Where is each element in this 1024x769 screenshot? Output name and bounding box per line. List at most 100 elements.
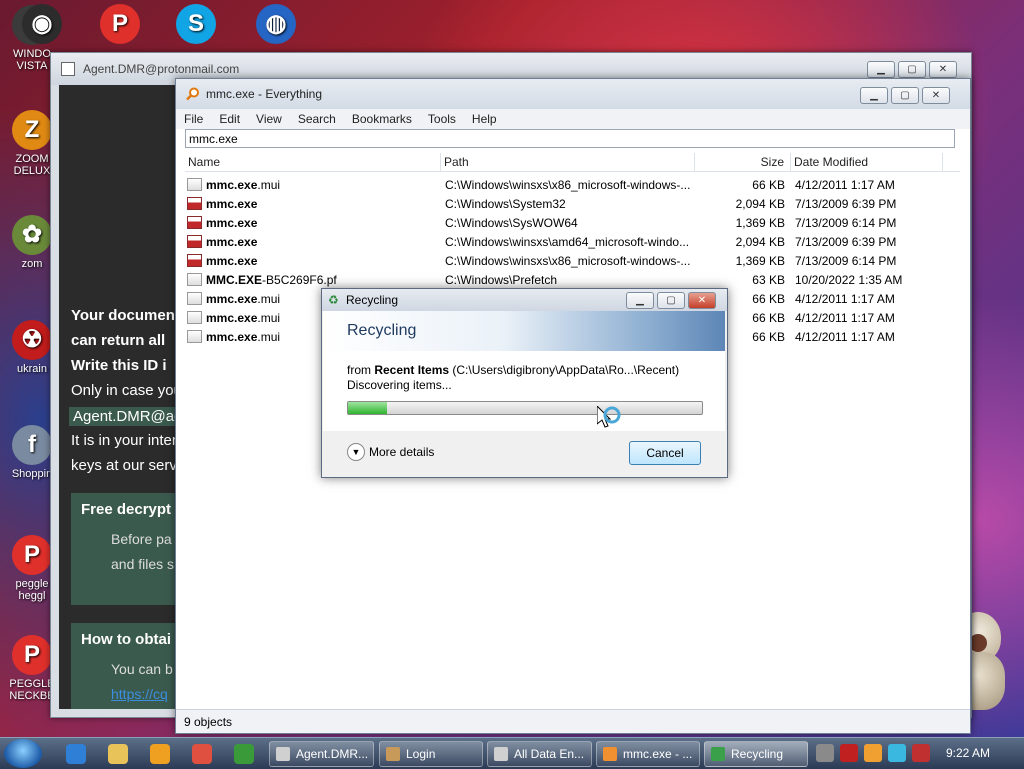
cell-date: 4/12/2011 1:17 AM — [795, 291, 895, 306]
cell-size: 1,369 KB — [735, 253, 785, 268]
paint-icon[interactable] — [192, 744, 212, 764]
menu-file[interactable]: File — [184, 112, 203, 126]
dialog-footer: ▼ More details Cancel — [323, 431, 725, 476]
maximize-button[interactable]: ▢ — [898, 61, 926, 78]
menu-edit[interactable]: Edit — [219, 112, 240, 126]
table-row[interactable]: MMC.EXE-B5C269F6.pf C:\Windows\Prefetch 63… — [185, 270, 960, 289]
free-decrypt-text: and files s — [111, 556, 175, 572]
menu-bookmarks[interactable]: Bookmarks — [352, 112, 412, 126]
taskbar-app-icon — [711, 747, 725, 761]
cell-path: C:\Windows\Prefetch — [445, 272, 558, 287]
ransom-email[interactable]: Agent.DMR@ac — [69, 407, 186, 426]
tray-v-icon[interactable] — [840, 744, 858, 762]
column-path[interactable]: Path — [441, 153, 695, 171]
taskbar-button[interactable]: Login — [379, 741, 483, 767]
table-row[interactable]: mmc.exe.mui C:\Windows\winsxs\x86_microso… — [185, 175, 960, 194]
taskbar-app-icon — [494, 747, 508, 761]
taskbar-button-label: Recycling — [731, 747, 784, 761]
explorer-icon[interactable] — [108, 744, 128, 764]
file-name: mmc.exe — [206, 216, 257, 230]
cancel-button[interactable]: Cancel — [629, 441, 701, 465]
how-to-obtain-link[interactable]: https://cq — [111, 686, 168, 702]
maximize-button[interactable]: ▢ — [657, 292, 685, 309]
menu-help[interactable]: Help — [472, 112, 497, 126]
exe-file-icon — [187, 216, 202, 229]
file-name: mmc.exe — [206, 197, 257, 211]
recycling-dialog-title: Recycling — [346, 293, 399, 307]
media-player-icon[interactable] — [150, 744, 170, 764]
taskbar-button-label: Agent.DMR... — [296, 747, 369, 761]
column-date-modified[interactable]: Date Modified — [791, 153, 943, 171]
minimize-button[interactable]: ▁ — [860, 87, 888, 104]
tray-network-icon[interactable] — [888, 744, 906, 762]
more-details-toggle[interactable]: ▼ More details — [347, 443, 434, 461]
taskbar-button[interactable]: Recycling — [704, 741, 808, 767]
tray-record-icon[interactable] — [912, 744, 930, 762]
column-name[interactable]: Name — [185, 153, 441, 171]
cell-name: MMC.EXE-B5C269F6.pf — [185, 273, 441, 287]
from-prefix: from — [347, 363, 375, 377]
start-button[interactable] — [4, 739, 42, 768]
menu-tools[interactable]: Tools — [428, 112, 456, 126]
exe-file-icon — [187, 235, 202, 248]
tray-app-icon[interactable] — [816, 744, 834, 762]
vista-icon[interactable]: ◉ — [12, 4, 72, 47]
minimize-button[interactable]: ▁ — [626, 292, 654, 309]
globe-icon[interactable]: ◍ — [246, 4, 306, 47]
file-name-match: mmc.exe — [206, 234, 258, 249]
progress-fill — [348, 402, 387, 414]
cell-size: 2,094 KB — [735, 196, 785, 211]
everything-titlebar[interactable]: mmc.exe - Everything — [176, 79, 970, 109]
minimize-button[interactable]: ▁ — [867, 61, 895, 78]
taskbar-button[interactable]: Agent.DMR... — [269, 741, 374, 767]
taskbar-button[interactable]: All Data En... — [487, 741, 592, 767]
ransom-window-title: Agent.DMR@protonmail.com — [83, 62, 240, 76]
cell-path: C:\Windows\winsxs\x86_microsoft-windows-… — [445, 177, 691, 192]
cell-name: mmc.exe — [185, 197, 441, 211]
file-name: mmc.exe.mui — [206, 292, 280, 306]
skype-icon[interactable]: S — [166, 4, 226, 47]
desktop-app-icon: ✿ — [12, 215, 52, 255]
menu-search[interactable]: Search — [298, 112, 336, 126]
peggle-icon[interactable]: P — [90, 4, 150, 47]
everything-window-title: mmc.exe - Everything — [206, 87, 323, 101]
ie-icon[interactable] — [66, 744, 86, 764]
recycling-dialog[interactable]: ♻ Recycling ▁ ▢ ✕ Recycling from Recent … — [321, 288, 728, 478]
taskbar-button[interactable]: mmc.exe - ... — [596, 741, 700, 767]
desktop-app-icon: P — [12, 535, 52, 575]
cell-path: C:\Windows\winsxs\x86_microsoft-windows-… — [445, 253, 691, 268]
cell-date: 10/20/2022 1:35 AM — [795, 272, 903, 287]
file-name: mmc.exe.mui — [206, 330, 280, 344]
cell-path: C:\Windows\SysWOW64 — [445, 215, 578, 230]
column-size[interactable]: Size — [695, 153, 791, 171]
file-name: mmc.exe.mui — [206, 311, 280, 325]
tray-search-icon[interactable] — [864, 744, 882, 762]
taskbar-button-label: mmc.exe - ... — [623, 747, 693, 761]
search-input[interactable]: mmc.exe — [185, 129, 955, 148]
dialog-content: from Recent Items (C:\Users\digibrony\Ap… — [323, 351, 725, 431]
table-row[interactable]: mmc.exe C:\Windows\System32 2,094 KB 7/13/2… — [185, 194, 960, 213]
file-name-rest: -B5C269F6.pf — [262, 272, 337, 287]
file-name-match: mmc.exe — [206, 253, 258, 268]
close-button[interactable]: ✕ — [688, 292, 716, 309]
close-button[interactable]: ✕ — [922, 87, 950, 104]
file-icon — [187, 292, 202, 305]
cell-date: 4/12/2011 1:17 AM — [795, 310, 895, 325]
how-to-obtain-text: You can b — [111, 661, 173, 677]
cell-date: 4/12/2011 1:17 AM — [795, 177, 895, 192]
file-icon — [187, 311, 202, 324]
table-row[interactable]: mmc.exe C:\Windows\winsxs\x86_microsoft-w… — [185, 251, 960, 270]
from-location-name: Recent Items — [374, 363, 450, 377]
close-button[interactable]: ✕ — [929, 61, 957, 78]
clock[interactable]: 9:22 AM — [946, 746, 990, 760]
file-name: mmc.exe.mui — [206, 178, 280, 192]
file-name-match: mmc.exe — [206, 310, 258, 325]
exe-file-icon — [187, 254, 202, 267]
menu-view[interactable]: View — [256, 112, 282, 126]
free-decrypt-title: Free decrypt — [81, 501, 172, 518]
table-row[interactable]: mmc.exe C:\Windows\SysWOW64 1,369 KB 7/13/2… — [185, 213, 960, 232]
table-row[interactable]: mmc.exe C:\Windows\winsxs\amd64_microsoft… — [185, 232, 960, 251]
chrome-icon[interactable] — [234, 744, 254, 764]
peggle-icon: P — [100, 4, 140, 44]
maximize-button[interactable]: ▢ — [891, 87, 919, 104]
